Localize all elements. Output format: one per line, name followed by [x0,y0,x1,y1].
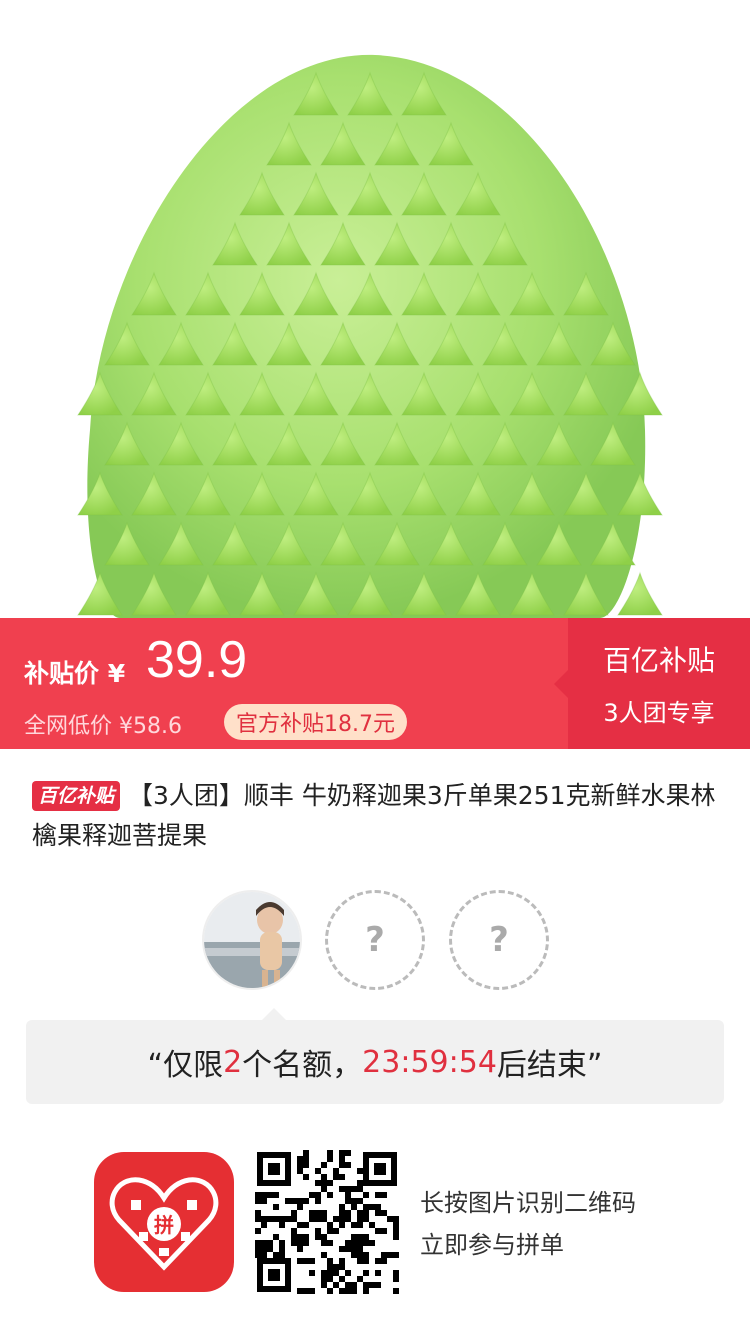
quota-notice: “仅限 2 个名额， 23:59:54 后结束” [26,1008,724,1104]
price-panel: 补贴价 ¥ 39.9 全网低价 ¥58.6 官方补贴18.7元 [0,618,568,749]
qr-hint-line1: 长按图片识别二维码 [420,1189,636,1217]
subsidy-price-label: 补贴价 ¥ [24,659,126,688]
quota-prefix: “仅限 [147,1048,224,1083]
member-avatar [202,890,302,990]
product-image [0,0,750,618]
original-price: 全网低价 ¥58.6 [24,714,182,739]
price-banner: 补贴价 ¥ 39.9 全网低价 ¥58.6 官方补贴18.7元 百亿补贴 3人团… [0,618,750,749]
empty-member-slot: ? [449,890,549,990]
qr-code-icon [255,1150,399,1294]
group-members: ? ? [0,890,750,990]
current-price: 39.9 [146,631,248,689]
qr-hint-line2: 立即参与拼单 [420,1231,564,1259]
logo-glyph: 拼 [154,1213,174,1237]
product-title: 百亿补贴 【3人团】顺丰 牛奶释迦果3斤单果251克新鲜水果林檎果释迦菩提果 [32,776,722,856]
subsidy-badge-panel: 百亿补贴 3人团专享 [554,618,750,749]
empty-member-slot: ? [325,890,425,990]
quota-count: 2 [223,1044,243,1080]
qr-hint: 长按图片识别二维码 立即参与拼单 [420,1182,636,1266]
badge-title: 百亿补贴 [602,644,715,677]
countdown-timer: 23:59:54 [362,1044,497,1080]
product-title-text: 【3人团】顺丰 牛奶释迦果3斤单果251克新鲜水果林檎果释迦菩提果 [32,781,716,850]
subsidy-amount-badge: 官方补贴18.7元 [224,704,407,740]
avatar-photo-icon [204,892,300,988]
heart-logo-icon: 拼 [109,1177,219,1271]
subsidy-tag: 百亿补贴 [32,781,121,811]
badge-subtitle: 3人团专享 [603,699,715,727]
custard-apple-illustration [77,54,663,618]
quota-suffix: 后结束” [496,1048,603,1083]
qr-code[interactable] [255,1150,399,1294]
pinduoduo-logo-icon: 拼 [94,1152,234,1292]
quota-mid: 个名额， [242,1048,363,1083]
